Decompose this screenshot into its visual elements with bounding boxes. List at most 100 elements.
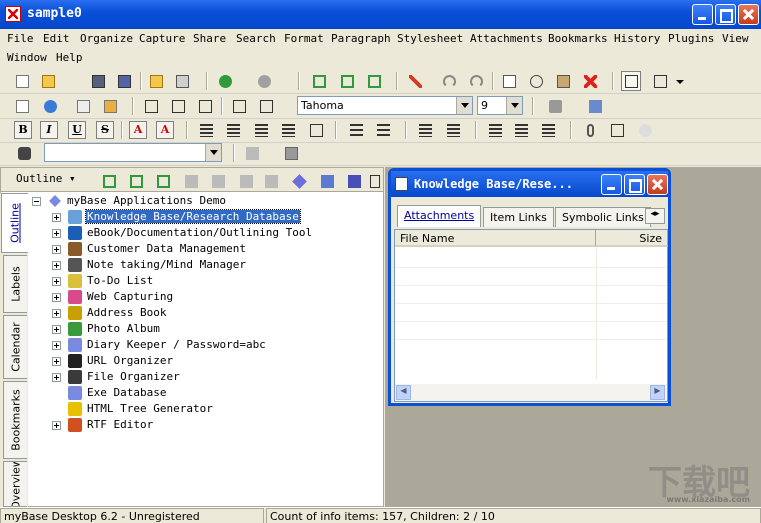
edit-button[interactable]: [405, 71, 425, 91]
collapse-toggle[interactable]: [32, 197, 41, 206]
label-button[interactable]: [317, 171, 337, 191]
layout-button[interactable]: [621, 71, 641, 91]
expand-toggle[interactable]: [52, 341, 61, 350]
rtf-button[interactable]: [73, 96, 93, 116]
save-button[interactable]: [88, 71, 108, 91]
image-button[interactable]: [100, 96, 120, 116]
expand-toggle[interactable]: [52, 293, 61, 302]
save-all-button[interactable]: [114, 71, 134, 91]
split-h-button[interactable]: [168, 96, 188, 116]
side-tab-bookmarks[interactable]: Bookmarks: [3, 381, 27, 459]
expand-toggle[interactable]: [52, 213, 61, 222]
expand-toggle[interactable]: [52, 421, 61, 430]
font-size-select[interactable]: 9: [477, 96, 523, 115]
scroll-right-button[interactable]: ▶: [650, 385, 665, 400]
justify-button[interactable]: [278, 120, 298, 140]
outline-add-sibling-button[interactable]: [126, 171, 146, 191]
outline-mode-dropdown[interactable]: Outline ▾: [16, 172, 76, 185]
attachments-close-button[interactable]: [647, 174, 668, 195]
move-up-button[interactable]: [181, 171, 201, 191]
menu-history[interactable]: History: [614, 32, 660, 45]
panes-button[interactable]: [650, 71, 670, 91]
copy-button[interactable]: [499, 71, 519, 91]
paste-button[interactable]: [553, 71, 573, 91]
new-button[interactable]: [12, 71, 32, 91]
attach-button[interactable]: [580, 120, 600, 140]
web-button[interactable]: [40, 96, 60, 116]
panes-dropdown[interactable]: [672, 71, 686, 91]
edit-note-button[interactable]: [12, 96, 32, 116]
menu-help[interactable]: Help: [56, 51, 83, 64]
column-size[interactable]: Size: [596, 230, 668, 247]
menu-bookmarks[interactable]: Bookmarks: [548, 32, 608, 45]
expand-toggle[interactable]: [52, 373, 61, 382]
new-child-button[interactable]: [309, 71, 329, 91]
menu-search[interactable]: Search: [236, 32, 276, 45]
menu-plugins[interactable]: Plugins: [668, 32, 714, 45]
delete-button[interactable]: [580, 71, 600, 91]
menu-window[interactable]: Window: [7, 51, 47, 64]
open-button[interactable]: [38, 71, 58, 91]
align-left-button[interactable]: [196, 120, 216, 140]
expand-toggle[interactable]: [52, 261, 61, 270]
column-file-name[interactable]: File Name: [395, 230, 596, 247]
close-button[interactable]: [738, 4, 759, 25]
folder-button[interactable]: [146, 71, 166, 91]
find-button[interactable]: [14, 143, 34, 163]
menu-capture[interactable]: Capture: [139, 32, 185, 45]
expand-toggle[interactable]: [52, 277, 61, 286]
hide-button[interactable]: [344, 171, 364, 191]
outline-add-button[interactable]: [153, 171, 173, 191]
attachments-maximize-button[interactable]: [624, 174, 645, 195]
forward-button[interactable]: [254, 71, 274, 91]
maximize-button[interactable]: [715, 4, 736, 25]
move-down-button[interactable]: [208, 171, 228, 191]
comment-button[interactable]: [635, 120, 655, 140]
menu-organize[interactable]: Organize: [80, 32, 133, 45]
align-center-button[interactable]: [223, 120, 243, 140]
outdent-button[interactable]: [415, 120, 435, 140]
tab-attachments[interactable]: Attachments: [397, 205, 482, 227]
spacing-before-button[interactable]: [511, 120, 531, 140]
menu-share[interactable]: Share: [193, 32, 226, 45]
horizontal-scrollbar[interactable]: ◀ ▶: [395, 384, 667, 401]
indent-button[interactable]: [443, 120, 463, 140]
side-tab-labels[interactable]: Labels: [3, 255, 27, 313]
find-format-button[interactable]: [242, 143, 262, 163]
outline-more-button[interactable]: [368, 171, 382, 191]
search-combo[interactable]: [44, 143, 222, 162]
tab-item-links[interactable]: Item Links: [483, 207, 554, 227]
cut-button[interactable]: [526, 71, 546, 91]
gem-button[interactable]: [289, 171, 309, 191]
expand-toggle[interactable]: [52, 309, 61, 318]
subscript-button[interactable]: A: [156, 121, 174, 139]
expand-toggle[interactable]: [52, 229, 61, 238]
tab-symbolic-links[interactable]: Symbolic Links: [555, 207, 651, 227]
attachments-minimize-button[interactable]: [601, 174, 622, 195]
insert-button[interactable]: [256, 96, 276, 116]
minimize-button[interactable]: [692, 4, 713, 25]
side-tab-outline[interactable]: Outline: [1, 193, 28, 253]
calculator-button[interactable]: [281, 143, 301, 163]
undo-button[interactable]: [439, 71, 459, 91]
scroll-left-button[interactable]: ◀: [396, 385, 411, 400]
bullet-list-button[interactable]: [373, 120, 393, 140]
text-color-button[interactable]: [545, 96, 565, 116]
line-spacing-button[interactable]: [485, 120, 505, 140]
link-button[interactable]: [607, 120, 627, 140]
side-tab-overview[interactable]: Overview: [3, 461, 27, 507]
menu-view[interactable]: View: [722, 32, 749, 45]
spacing-after-button[interactable]: [538, 120, 558, 140]
expand-toggle[interactable]: [52, 245, 61, 254]
back-button[interactable]: [215, 71, 235, 91]
menu-edit[interactable]: Edit: [43, 32, 70, 45]
print-button[interactable]: [172, 71, 192, 91]
tab-scroll-buttons[interactable]: ◂▸: [645, 208, 665, 224]
split-v-button[interactable]: [195, 96, 215, 116]
font-name-select[interactable]: Tahoma: [297, 96, 473, 115]
move-left-button[interactable]: [236, 171, 256, 191]
menu-file[interactable]: File: [7, 32, 34, 45]
new-item-button[interactable]: [364, 71, 384, 91]
menu-format[interactable]: Format: [284, 32, 324, 45]
menu-attachments[interactable]: Attachments: [470, 32, 543, 45]
